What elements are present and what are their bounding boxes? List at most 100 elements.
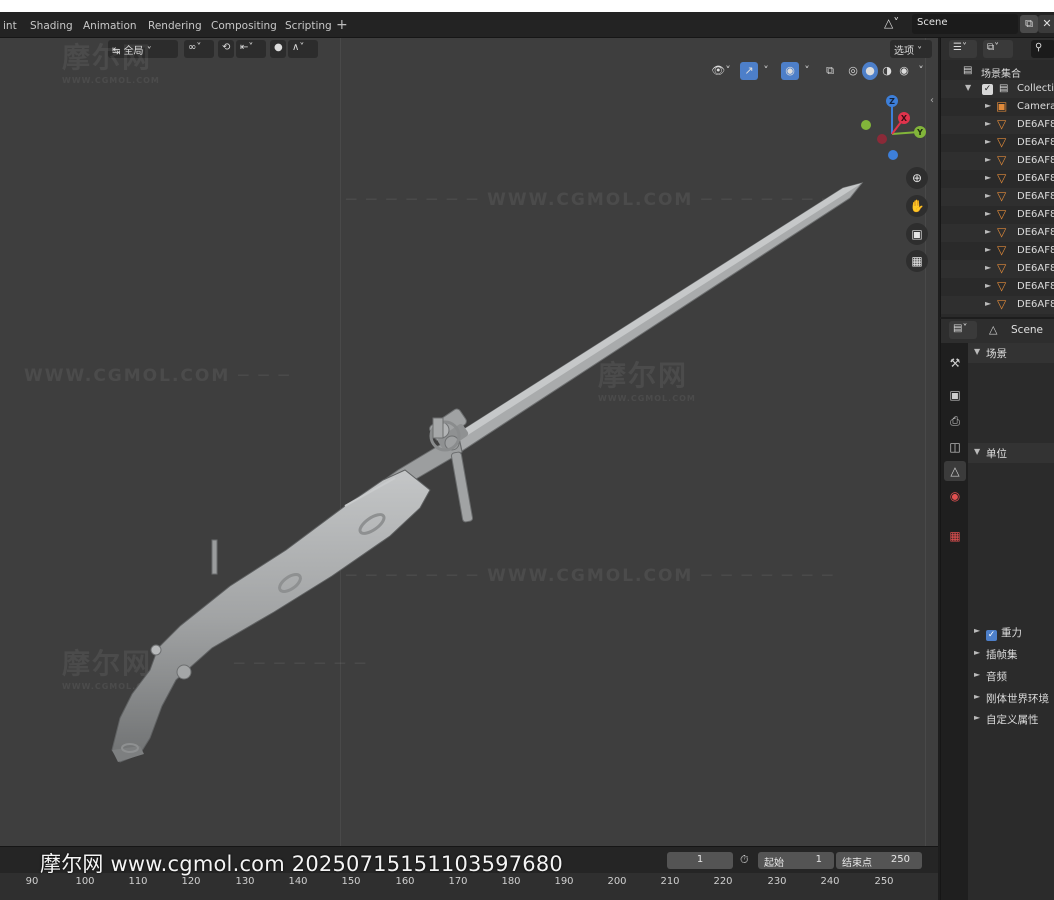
scene-selector: △˅ Scene ⧉ ✕ xyxy=(880,14,1054,34)
output-tab-icon[interactable]: ⎙ xyxy=(944,411,966,431)
expand-icon[interactable]: ► xyxy=(985,173,991,182)
end-frame-field[interactable]: 结束点 250 xyxy=(836,852,922,869)
new-scene-icon[interactable]: ⧉ xyxy=(1020,15,1038,33)
search-icon[interactable]: ⚲ xyxy=(1031,40,1054,58)
scene-panel-body xyxy=(968,365,1054,441)
outliner-collection[interactable]: ▼ ✓ ▤ Collectio xyxy=(941,80,1054,98)
expand-icon[interactable]: ► xyxy=(985,209,991,218)
custom-props-label: 自定义属性 xyxy=(986,714,1039,726)
scene-panel-label: 场景 xyxy=(986,348,1007,360)
outliner-item[interactable]: ► ▽ DE6AF8 xyxy=(941,278,1054,296)
collection-icon: ▤ xyxy=(963,65,973,76)
expand-icon[interactable]: ► xyxy=(985,191,991,200)
view-layer-tab-icon[interactable]: ◫ xyxy=(944,437,966,457)
expand-icon[interactable]: ► xyxy=(985,299,991,308)
tab-layout[interactable]: int xyxy=(0,17,24,36)
start-value: 1 xyxy=(815,854,822,865)
end-value: 250 xyxy=(890,854,910,865)
properties-tabs: ⚒ ▣ ⎙ ◫ △ ◉ ▦ xyxy=(941,343,968,900)
expand-icon[interactable]: ► xyxy=(985,263,991,272)
expand-icon[interactable]: ▼ xyxy=(965,83,971,92)
object-label: DE6AF8 xyxy=(1017,191,1054,202)
start-frame-field[interactable]: 起始 1 xyxy=(758,852,834,869)
top-strip xyxy=(0,0,1054,12)
scene-icon[interactable]: △˅ xyxy=(884,16,910,32)
render-tab-icon[interactable]: ▣ xyxy=(944,385,966,405)
outliner-item[interactable]: ► ▣ Camera xyxy=(941,98,1054,116)
keying-sets-panel-header[interactable]: ► 插帧集 xyxy=(968,644,1054,664)
mesh-icon: ▽ xyxy=(997,153,1007,167)
mesh-icon: ▽ xyxy=(997,207,1007,221)
outliner-item[interactable]: ► ▽ DE6AF8 xyxy=(941,116,1054,134)
scene-name-field[interactable]: Scene xyxy=(912,14,1018,34)
object-label: DE6AF8 xyxy=(1017,299,1054,310)
scene-tab-icon[interactable]: △ xyxy=(944,461,966,481)
expand-icon[interactable]: ► xyxy=(985,119,991,128)
outliner-item[interactable]: ► ▽ DE6AF8 xyxy=(941,134,1054,152)
rigid-body-panel-header[interactable]: ► 刚体世界环境 xyxy=(968,688,1054,708)
ruler-tick: 220 xyxy=(713,876,733,887)
tab-scripting[interactable]: Scripting xyxy=(278,17,339,36)
expand-icon[interactable]: ► xyxy=(985,281,991,290)
outliner-item[interactable]: ► ▽ DE6AF8 xyxy=(941,224,1054,242)
expand-icon[interactable]: ► xyxy=(985,155,991,164)
current-frame-field[interactable]: 1 xyxy=(667,852,733,869)
object-label: DE6AF8 xyxy=(1017,245,1054,256)
rigid-body-label: 刚体世界环境 xyxy=(986,693,1049,705)
expand-icon[interactable]: ► xyxy=(985,245,991,254)
expand-icon: ► xyxy=(974,626,981,635)
tab-compositing[interactable]: Compositing xyxy=(204,17,284,36)
gravity-checkbox[interactable]: ✓ xyxy=(986,630,997,641)
audio-label: 音频 xyxy=(986,671,1007,683)
display-mode-icon[interactable]: ☰˅ xyxy=(949,40,977,58)
expand-icon: ► xyxy=(974,648,981,657)
scene-props-icon: △ xyxy=(989,323,998,336)
gravity-panel-header[interactable]: ► ✓ 重力 xyxy=(968,622,1054,642)
scene-panel-header[interactable]: ▼ 场景 xyxy=(968,343,1054,363)
world-tab-icon[interactable]: ◉ xyxy=(944,486,966,506)
outliner-item[interactable]: ► ▽ DE6AF8 xyxy=(941,152,1054,170)
outliner-item[interactable]: ► ▽ DE6AF8 xyxy=(941,188,1054,206)
object-label: DE6AF8 xyxy=(1017,281,1054,292)
outliner-item[interactable]: ► ▽ DE6AF8 xyxy=(941,206,1054,224)
tab-shading[interactable]: Shading xyxy=(23,17,80,36)
texture-tab-icon[interactable]: ▦ xyxy=(944,526,966,546)
custom-props-panel-header[interactable]: ► 自定义属性 xyxy=(968,709,1054,729)
add-workspace-button[interactable]: + xyxy=(336,17,348,33)
outliner-item[interactable]: ► ▽ DE6AF8 xyxy=(941,242,1054,260)
expand-icon[interactable]: ► xyxy=(985,101,991,110)
expand-icon[interactable]: ► xyxy=(985,227,991,236)
filter-icon[interactable]: ⧉˅ xyxy=(983,40,1013,58)
object-label: DE6AF8 xyxy=(1017,155,1054,166)
3d-viewport[interactable]: ↹ 全局 ˅ ∞˅ ⟲ ⇤˅ ● ∧˅ 选项 ˅ 👁˅ ↗ ˅ ◉ ˅ ⧉ ◎ … xyxy=(0,38,938,846)
object-label: DE6AF8 xyxy=(1017,173,1054,184)
ruler-tick: 240 xyxy=(820,876,840,887)
exclude-checkbox[interactable]: ✓ xyxy=(982,84,993,95)
rifle-bayonet-model[interactable] xyxy=(0,38,938,846)
mesh-icon: ▽ xyxy=(997,243,1007,257)
stopwatch-icon[interactable]: ⏱ xyxy=(740,853,749,867)
units-panel-header[interactable]: ▼ 单位 xyxy=(968,443,1054,463)
mesh-icon: ▽ xyxy=(997,135,1007,149)
delete-scene-icon[interactable]: ✕ xyxy=(1038,15,1054,33)
camera-label: Camera xyxy=(1017,101,1054,112)
audio-panel-header[interactable]: ► 音频 xyxy=(968,666,1054,686)
object-label: DE6AF8 xyxy=(1017,119,1054,130)
tab-rendering[interactable]: Rendering xyxy=(141,17,209,36)
outliner-scene-collection[interactable]: ▤ 场景集合 xyxy=(941,62,1054,80)
outliner-item[interactable]: ► ▽ DE6AF8 xyxy=(941,296,1054,314)
ruler-tick: 210 xyxy=(660,876,680,887)
outliner-item[interactable]: ► ▽ DE6AF8 xyxy=(941,260,1054,278)
outliner-header: ☰˅ ⧉˅ ⚲ xyxy=(941,38,1054,60)
editor-type-icon[interactable]: ▤˅ xyxy=(949,321,977,339)
mesh-icon: ▽ xyxy=(997,117,1007,131)
keying-sets-label: 插帧集 xyxy=(986,649,1018,661)
expand-icon[interactable]: ► xyxy=(985,137,991,146)
collapse-icon: ▼ xyxy=(974,447,981,456)
properties-editor: ▤˅ △ Scene ⚒ ▣ ⎙ ◫ △ ◉ ▦ ▼ 场景 ▼ 单位 ► ✓ 重力 ► 插… xyxy=(940,319,1054,900)
tool-tab-icon[interactable]: ⚒ xyxy=(944,353,966,373)
tab-animation[interactable]: Animation xyxy=(76,17,144,36)
ruler-tick: 90 xyxy=(25,876,39,887)
outliner-item[interactable]: ► ▽ DE6AF8 xyxy=(941,170,1054,188)
collection-label: Collectio xyxy=(1017,83,1054,94)
